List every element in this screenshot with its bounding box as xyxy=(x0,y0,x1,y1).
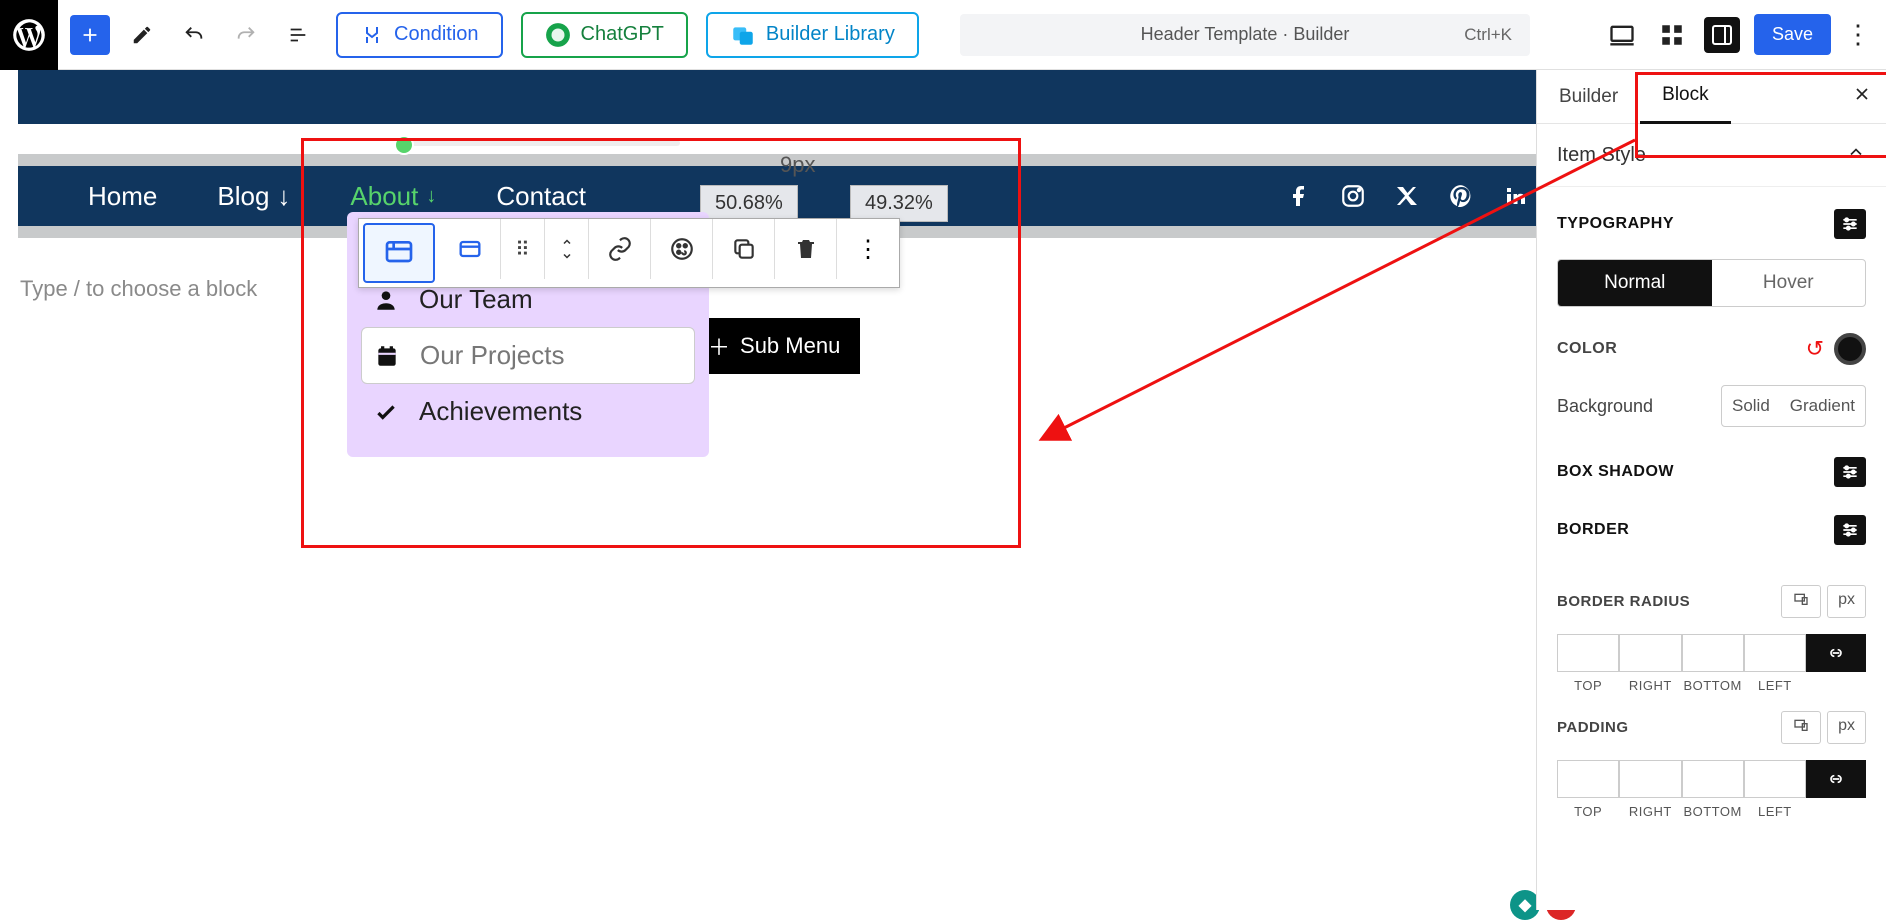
settings-panel-toggle[interactable] xyxy=(1704,17,1740,53)
redo-icon[interactable] xyxy=(226,15,266,55)
chatgpt-label: ChatGPT xyxy=(581,23,664,46)
column-width-1: 50.68% xyxy=(700,185,798,222)
chatgpt-button[interactable]: ChatGPT xyxy=(521,12,688,58)
responsive-icon[interactable] xyxy=(1781,711,1821,744)
section-item-style[interactable]: Item Style xyxy=(1537,124,1886,187)
nav-blog[interactable]: Blog↓ xyxy=(187,181,320,212)
more-icon[interactable]: ⋮ xyxy=(837,219,899,279)
padding-bottom[interactable] xyxy=(1682,760,1744,798)
check-icon xyxy=(371,399,401,425)
drag-handle-icon[interactable]: ⠿ xyxy=(501,219,545,279)
desktop-view-icon[interactable] xyxy=(1604,17,1640,53)
bg-gradient[interactable]: Gradient xyxy=(1780,386,1865,426)
chevron-up-icon xyxy=(1846,142,1866,168)
facebook-icon[interactable] xyxy=(1286,183,1312,209)
condition-button[interactable]: Condition xyxy=(336,12,503,58)
chevron-down-icon: ↓ xyxy=(277,181,290,212)
padding-left[interactable] xyxy=(1744,760,1806,798)
radius-left[interactable] xyxy=(1744,634,1806,672)
save-button[interactable]: Save xyxy=(1754,14,1831,55)
radius-labels: TOPRIGHTBOTTOMLEFT xyxy=(1557,678,1866,693)
reset-color-icon[interactable]: ↺ xyxy=(1806,336,1824,362)
document-title-bar[interactable]: Header Template · Builder Ctrl+K xyxy=(960,14,1530,56)
instagram-icon[interactable] xyxy=(1340,183,1366,209)
chevron-down-icon: ↓ xyxy=(426,185,436,208)
plus-icon: ＋ xyxy=(708,330,730,362)
dropdown-item-achievements[interactable]: Achievements xyxy=(361,384,695,439)
builder-library-button[interactable]: Builder Library xyxy=(706,12,919,58)
radius-right[interactable] xyxy=(1619,634,1681,672)
typography-row: TYPOGRAPHY xyxy=(1557,195,1866,253)
add-submenu-button[interactable]: ＋ Sub Menu xyxy=(688,318,860,374)
radius-top[interactable] xyxy=(1557,634,1619,672)
spacer-size-label: 9px xyxy=(780,152,815,178)
style-icon[interactable] xyxy=(651,219,713,279)
settings-sidebar: Builder Block Item Style TYPOGRAPHY Norm… xyxy=(1536,70,1886,910)
tab-builder[interactable]: Builder xyxy=(1537,70,1640,124)
parent-block-icon[interactable] xyxy=(439,219,501,279)
state-toggle: Normal Hover xyxy=(1557,259,1866,307)
structure-icon[interactable] xyxy=(1654,17,1690,53)
shortcut-hint: Ctrl+K xyxy=(1464,25,1512,45)
undo-icon[interactable] xyxy=(174,15,214,55)
canvas-scrollbar[interactable] xyxy=(1536,70,1537,910)
x-twitter-icon[interactable] xyxy=(1394,183,1420,209)
add-block-button[interactable] xyxy=(70,15,110,55)
link-icon[interactable] xyxy=(589,219,651,279)
move-arrows[interactable] xyxy=(545,219,589,279)
nav-home[interactable]: Home xyxy=(58,181,187,212)
background-row: Background Solid Gradient xyxy=(1557,375,1866,437)
border-radius-inputs xyxy=(1557,634,1866,672)
bg-solid[interactable]: Solid xyxy=(1722,386,1780,426)
nav-about[interactable]: About↓ xyxy=(320,181,466,212)
close-sidebar-icon[interactable] xyxy=(1852,84,1872,109)
range-slider[interactable] xyxy=(400,140,680,146)
wordpress-logo[interactable] xyxy=(0,0,58,70)
boxshadow-settings-icon[interactable] xyxy=(1834,457,1866,487)
boxshadow-row: BOX SHADOW xyxy=(1557,437,1866,501)
border-settings-icon[interactable] xyxy=(1834,515,1866,545)
list-view-icon[interactable] xyxy=(278,15,318,55)
padding-right[interactable] xyxy=(1619,760,1681,798)
unit-px[interactable]: px xyxy=(1827,585,1866,618)
dropdown-item-projects[interactable]: Our Projects xyxy=(361,327,695,384)
more-options-icon[interactable]: ⋮ xyxy=(1845,19,1868,50)
nav-contact[interactable]: Contact xyxy=(466,181,616,212)
color-row: COLOR ↺ xyxy=(1557,323,1866,375)
delete-icon[interactable] xyxy=(775,219,837,279)
link-values-icon[interactable] xyxy=(1806,634,1866,672)
color-picker[interactable] xyxy=(1834,333,1866,365)
padding-row: PADDING px xyxy=(1557,693,1866,754)
column-width-2: 49.32% xyxy=(850,185,948,222)
document-title: Header Template · Builder xyxy=(1141,24,1350,45)
padding-inputs xyxy=(1557,760,1866,798)
radius-bottom[interactable] xyxy=(1682,634,1744,672)
block-toolbar: ⠿ ⋮ xyxy=(358,218,900,288)
person-icon xyxy=(371,287,401,313)
unit-px[interactable]: px xyxy=(1827,711,1866,744)
calendar-icon xyxy=(372,343,402,369)
block-type-icon[interactable] xyxy=(363,223,435,283)
padding-labels: TOPRIGHTBOTTOMLEFT xyxy=(1557,804,1866,819)
responsive-icon[interactable] xyxy=(1781,585,1821,618)
tab-block[interactable]: Block xyxy=(1640,70,1730,124)
link-values-icon[interactable] xyxy=(1806,760,1866,798)
linkedin-icon[interactable] xyxy=(1502,183,1528,209)
typography-settings-icon[interactable] xyxy=(1834,209,1866,239)
library-label: Builder Library xyxy=(766,23,895,46)
duplicate-icon[interactable] xyxy=(713,219,775,279)
block-placeholder[interactable]: Type / to choose a block xyxy=(20,276,257,302)
border-row: BORDER xyxy=(1557,501,1866,559)
condition-label: Condition xyxy=(394,23,479,46)
state-normal[interactable]: Normal xyxy=(1558,260,1712,306)
padding-top[interactable] xyxy=(1557,760,1619,798)
state-hover[interactable]: Hover xyxy=(1712,260,1866,306)
pinterest-icon[interactable] xyxy=(1448,183,1474,209)
edit-icon[interactable] xyxy=(122,15,162,55)
border-radius-row: BORDER RADIUS px xyxy=(1557,559,1866,628)
